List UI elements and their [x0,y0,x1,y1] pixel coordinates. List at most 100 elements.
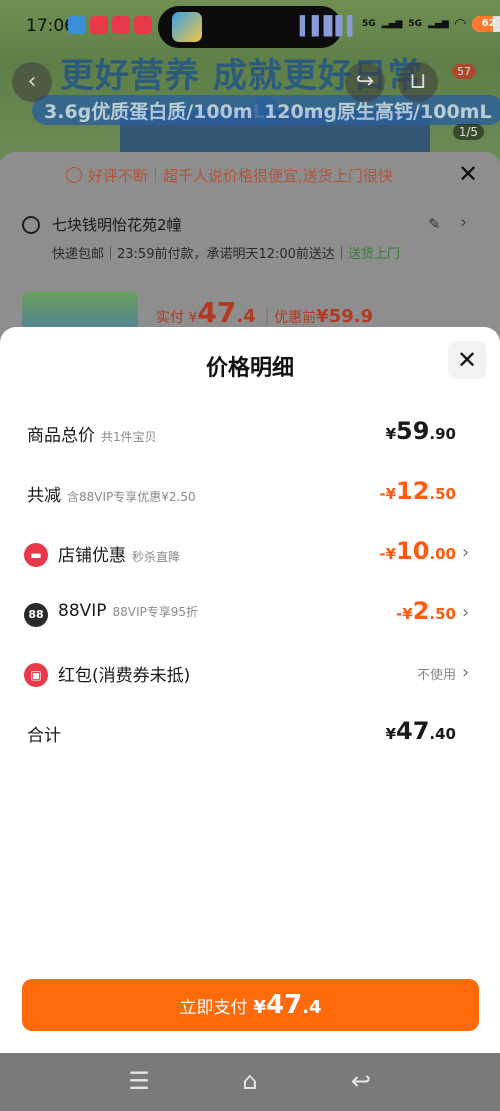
app-icon [68,16,86,34]
live-activity-app-icon [172,12,202,42]
pay-prefix: 实付 ¥ [156,310,198,326]
row-shop-discount[interactable]: ▬ 店铺优惠 秒杀直降 -¥10.00 › [0,533,500,573]
close-icon: ✕ [456,346,478,374]
battery-level: 62 [481,18,496,29]
pay-separator: ｜优惠前 [260,310,317,326]
sheet-title: 价格明细 [205,356,294,381]
wifi-icon: ◠ [454,16,466,32]
pay-button-currency: ¥ [253,997,266,1018]
pay-button-label: 立即支付 [179,998,248,1018]
system-icons: 5G ▂▄▆ 5G ▂▄▆ ◠ 62 [362,16,500,32]
back-icon[interactable]: ↩ [346,1067,376,1095]
row-label: 红包(消费券未抵) [58,666,191,686]
price-detail-sheet: 价格明细 ✕ 商品总价 共1件宝贝 ¥59.90 共减 含88VIP专享优惠¥2.5… [0,327,500,1053]
notification-icons [68,16,152,34]
chevron-right-icon: › [462,542,470,563]
pay-int: 47 [197,296,237,329]
row-goods-total: 商品总价 共1件宝贝 ¥59.90 [0,413,500,453]
back-button[interactable]: ‹ [12,62,52,102]
battery-icon: 62 [471,16,500,32]
row-sub-text: 88VIP专享95折 [112,605,199,619]
amount-currency: -¥ [379,485,397,503]
row-label-text: 共减 [27,486,61,506]
location-icon [22,216,40,234]
cart-badge: 57 [452,64,476,79]
status-bar: 17:06 ▍▌▋▌▍ 5G ▂▄▆ 5G ▂▄▆ ◠ 62 [0,0,500,50]
audio-wave-icon: ▍▌▋▌▍ [300,16,361,37]
amount-currency: -¥ [396,605,413,623]
signal-icon: ▂▄▆ [428,19,449,29]
row-label-text: 88VIP [58,601,107,621]
row-sub-text: 含88VIP专享优惠¥2.50 [67,490,196,504]
door-delivery-text: 送货上门 [347,247,400,262]
row-label: 共减 含88VIP专享优惠¥2.50 [27,481,196,506]
amount-int: 47 [396,717,430,745]
shipping-text: 快递包邮｜23:59前付款，承诺明天12:00前送达｜ [52,247,348,262]
smile-icon [66,167,82,183]
dynamic-island[interactable]: ▍▌▋▌▍ [158,6,361,48]
amount-int: 10 [396,537,430,565]
home-icon[interactable]: ⌂ [235,1067,265,1095]
app-icon [90,16,108,34]
pay-button-dec: .4 [302,997,322,1018]
amount-int: 59 [396,417,430,445]
signal-label-2: 5G [408,19,423,29]
red-packet-icon: ▣ [24,663,48,687]
row-amount: -¥12.50 [379,477,456,505]
protein-pill: 3.6g优质蛋白质/100mL [32,95,277,125]
address-text[interactable]: 七块钱明怡花苑2幢 [52,214,182,235]
vip-88-icon: 88 [24,603,48,627]
share-button[interactable]: ↪ [345,62,385,102]
amount-dec: .00 [429,545,456,563]
row-label-text: 商品总价 [27,426,95,446]
menu-icon[interactable]: ☰ [124,1067,154,1095]
row-label: 店铺优惠 秒杀直降 [58,541,180,566]
amount-dec: .50 [429,605,456,623]
chevron-right-icon[interactable]: › [460,212,467,233]
signal-icon: ▂▄▆ [381,19,403,29]
row-amount: -¥10.00 [379,537,456,565]
row-total-discount: 共减 含88VIP专享优惠¥2.50 -¥12.50 [0,473,500,513]
row-label-text: 店铺优惠 [58,546,126,566]
row-amount: -¥2.50 [396,597,456,625]
amount-dec: .40 [429,725,456,743]
signal-label-1: 5G [362,19,376,29]
promo-text: 好评不断｜超千人说价格很便宜,送货上门很快 [88,167,393,185]
chevron-right-icon: › [462,662,470,683]
row-88vip[interactable]: 88 88VIP 88VIP专享95折 -¥2.50 › [0,593,500,633]
red-packet-status: 不使用 [416,668,456,683]
close-button[interactable]: ✕ [448,341,486,379]
close-icon[interactable]: ✕ [458,160,478,188]
pay-before: ¥59.9 [316,306,374,327]
actual-pay-line: 实付 ¥47.4 ｜优惠前¥59.9 [156,296,373,329]
shipping-info: 快递包邮｜23:59前付款，承诺明天12:00前送达｜送货上门 [52,243,400,262]
row-label: 商品总价 共1件宝贝 [27,421,157,446]
system-nav-bar: ☰ ⌂ ↩ [0,1053,500,1111]
amount-currency: ¥ [385,425,397,443]
amount-dec: .50 [429,485,456,503]
cart-button[interactable]: ⊔ [398,62,438,102]
amount-int: 2 [412,597,430,625]
row-red-packet[interactable]: ▣ 红包(消费券未抵) 不使用 › [0,653,500,693]
amount-currency: ¥ [385,725,397,743]
amount-int: 12 [396,477,430,505]
pay-now-button[interactable]: 立即支付 ¥47.4 [22,979,479,1031]
chevron-right-icon: › [462,602,470,623]
amount-currency: -¥ [379,545,397,563]
image-counter: 1/5 [452,124,484,140]
app-icon [112,16,130,34]
row-sub-text: 共1件宝贝 [101,430,157,444]
edit-icon[interactable]: ✎ [428,215,441,233]
pay-button-int: 47 [265,990,303,1020]
row-label: 合计 [27,726,61,746]
pay-dec: .4 [236,306,256,327]
row-amount: ¥47.40 [386,717,456,745]
amount-dec: .90 [429,425,456,443]
shop-coupon-icon: ▬ [24,543,48,567]
calcium-pill: 120mg原生高钙/100mL [252,95,500,125]
row-sub-text: 秒杀直降 [132,550,181,564]
row-label: 88VIP 88VIP专享95折 [58,601,198,621]
app-icon [134,16,152,34]
row-total: 合计 ¥47.40 [0,713,500,753]
row-amount: ¥59.90 [386,417,456,445]
